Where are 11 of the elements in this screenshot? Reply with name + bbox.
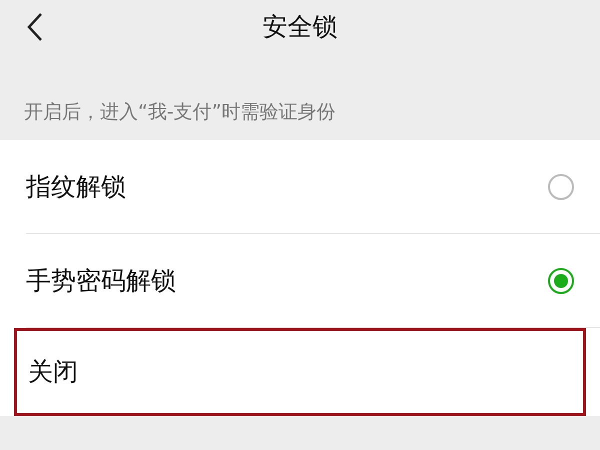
option-row[interactable]: 指纹解锁 [26,140,600,234]
radio-button[interactable] [548,174,574,200]
page-title: 安全锁 [262,11,338,43]
option-row[interactable]: 关闭 [14,328,586,416]
option-label: 手势密码解锁 [26,264,176,297]
hint-text: 开启后，进入“我-支付”时需验证身份 [24,100,336,126]
option-label: 指纹解锁 [26,170,126,203]
option-label: 关闭 [28,356,78,388]
radio-checked[interactable] [548,268,574,294]
option-row[interactable]: 手势密码解锁 [26,234,600,328]
back-icon [27,12,43,42]
